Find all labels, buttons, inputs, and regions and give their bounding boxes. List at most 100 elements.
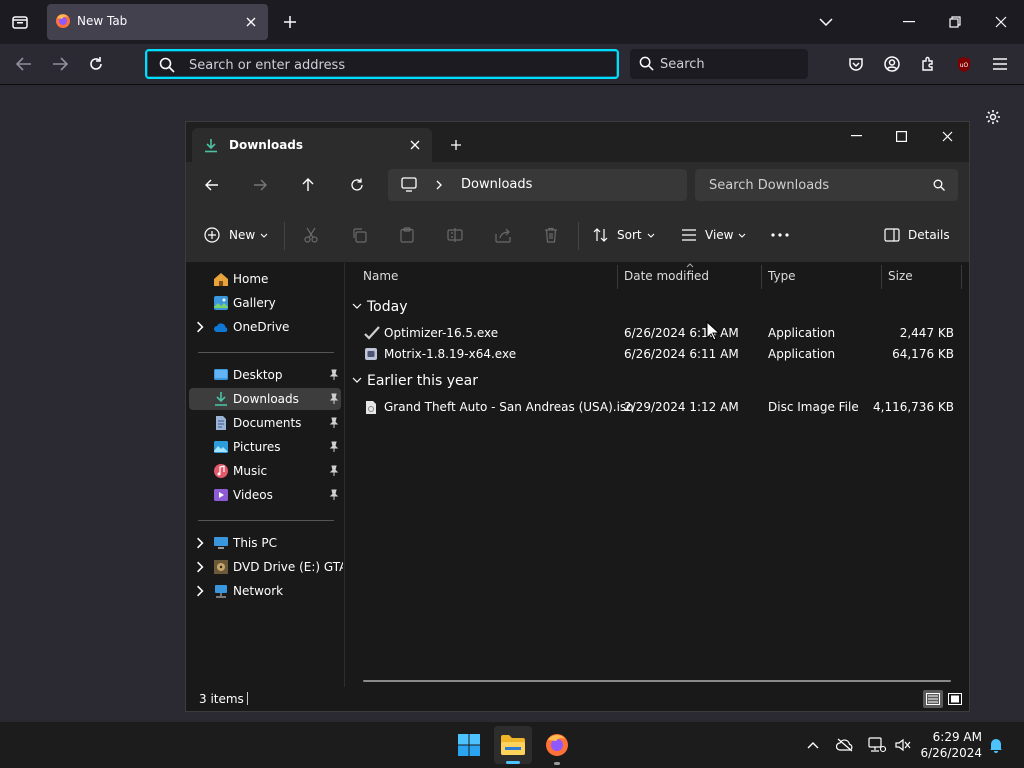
- delete-button[interactable]: [541, 225, 561, 245]
- sidebar-item-downloads[interactable]: Downloads: [189, 388, 341, 410]
- tab-list-button[interactable]: [8, 11, 32, 33]
- clock[interactable]: 6:29 AM 6/26/2024: [918, 730, 982, 762]
- sidebar-item-label: Gallery: [233, 296, 276, 310]
- customize-newtab-button[interactable]: [981, 105, 1005, 129]
- sidebar-item-home[interactable]: Home: [189, 268, 341, 290]
- pin-icon[interactable]: [329, 369, 339, 381]
- show-hidden-icons-button[interactable]: [803, 735, 823, 755]
- search-bar[interactable]: [630, 49, 808, 79]
- restore-button[interactable]: [944, 12, 966, 32]
- sidebar-item-onedrive[interactable]: OneDrive: [189, 316, 341, 338]
- pin-icon[interactable]: [329, 393, 339, 405]
- close-tab-button[interactable]: [242, 13, 260, 31]
- explorer-maximize-button[interactable]: [891, 127, 911, 145]
- file-size: 64,176 KB: [892, 347, 954, 361]
- more-options-button[interactable]: [769, 225, 791, 245]
- chevron-right-icon: [436, 180, 442, 190]
- sort-button[interactable]: Sort: [593, 224, 657, 246]
- network-tray-icon[interactable]: [866, 735, 888, 755]
- extensions-button[interactable]: [916, 52, 940, 76]
- breadcrumb-current[interactable]: Downloads: [461, 177, 532, 192]
- list-all-tabs-button[interactable]: [815, 12, 837, 32]
- group-header-earlier-this-year[interactable]: Earlier this year: [346, 371, 646, 393]
- ublock-button[interactable]: uO: [952, 52, 976, 76]
- new-tab-button[interactable]: [280, 12, 300, 32]
- sidebar-item-gallery[interactable]: Gallery: [189, 292, 341, 314]
- explorer-search-input[interactable]: [709, 176, 909, 194]
- details-view-toggle[interactable]: [923, 690, 943, 708]
- close-icon: [942, 131, 952, 141]
- explorer-minimize-button[interactable]: [846, 127, 866, 145]
- explorer-up-button[interactable]: [297, 175, 319, 195]
- notifications-button[interactable]: [986, 735, 1006, 755]
- sidebar-item-this-pc[interactable]: This PC: [189, 532, 341, 554]
- cut-button[interactable]: [301, 225, 321, 245]
- close-window-button[interactable]: [990, 12, 1012, 32]
- paste-button[interactable]: [397, 225, 417, 245]
- explorer-refresh-button[interactable]: [346, 175, 368, 195]
- chevron-right-icon[interactable]: [195, 321, 205, 333]
- tab-new-tab[interactable]: New Tab: [47, 4, 268, 40]
- sidebar-item-music[interactable]: Music: [189, 460, 341, 482]
- group-header-today[interactable]: Today: [346, 297, 646, 319]
- pin-icon[interactable]: [329, 489, 339, 501]
- sidebar-item-network[interactable]: Network: [189, 580, 341, 602]
- explorer-address-bar[interactable]: Downloads: [388, 169, 687, 201]
- sidebar-item-dvd-drive[interactable]: DVD Drive (E:) GTA_S: [189, 556, 343, 578]
- active-app-indicator: [506, 761, 520, 764]
- chevron-right-icon[interactable]: [195, 561, 205, 573]
- pin-icon[interactable]: [329, 417, 339, 429]
- menu-button[interactable]: [988, 52, 1012, 76]
- view-button[interactable]: View: [681, 224, 747, 246]
- details-pane-button[interactable]: Details: [884, 224, 954, 246]
- rename-button[interactable]: [445, 225, 465, 245]
- close-explorer-tab-button[interactable]: [407, 137, 423, 153]
- minimize-button[interactable]: [898, 12, 920, 32]
- column-divider[interactable]: [761, 265, 762, 289]
- column-divider[interactable]: [881, 265, 882, 289]
- forward-button[interactable]: [48, 52, 72, 76]
- pin-icon[interactable]: [329, 465, 339, 477]
- address-bar[interactable]: [145, 49, 619, 79]
- chevron-right-icon[interactable]: [195, 585, 205, 597]
- sidebar-item-documents[interactable]: Documents: [189, 412, 341, 434]
- address-input[interactable]: [189, 56, 589, 74]
- search-input[interactable]: [660, 55, 800, 73]
- explorer-back-button[interactable]: [201, 175, 223, 195]
- column-header-size[interactable]: Size: [888, 263, 958, 291]
- taskbar-firefox[interactable]: [538, 726, 576, 764]
- column-header-type[interactable]: Type: [768, 263, 878, 291]
- volume-tray-icon[interactable]: [892, 735, 914, 755]
- start-button[interactable]: [452, 728, 486, 762]
- account-button[interactable]: [880, 52, 904, 76]
- column-divider[interactable]: [617, 265, 618, 289]
- explorer-tab-downloads[interactable]: Downloads: [192, 128, 432, 162]
- chevron-right-icon[interactable]: [195, 537, 205, 549]
- sidebar-item-videos[interactable]: Videos: [189, 484, 341, 506]
- back-button[interactable]: [12, 52, 36, 76]
- explorer-search-box[interactable]: [695, 169, 958, 201]
- large-icons-view-toggle[interactable]: [945, 690, 965, 708]
- file-row[interactable]: Grand Theft Auto - San Andreas (USA).iso…: [346, 397, 958, 418]
- sidebar-item-pictures[interactable]: Pictures: [189, 436, 341, 458]
- arrow-left-icon: [16, 57, 31, 71]
- reload-button[interactable]: [84, 52, 108, 76]
- sidebar-item-desktop[interactable]: Desktop: [189, 364, 341, 386]
- file-row[interactable]: Motrix-1.8.19-x64.exe 6/26/2024 6:11 AM …: [346, 344, 958, 365]
- pin-icon[interactable]: [329, 441, 339, 453]
- column-header-name[interactable]: Name: [363, 263, 613, 291]
- explorer-forward-button[interactable]: [249, 175, 271, 195]
- taskbar-file-explorer[interactable]: [494, 726, 532, 764]
- column-divider[interactable]: [961, 265, 962, 289]
- new-button[interactable]: New: [204, 224, 270, 246]
- explorer-new-tab-button[interactable]: [448, 137, 464, 153]
- file-row[interactable]: Optimizer-16.5.exe 6/26/2024 6:18 AM App…: [346, 323, 958, 344]
- onedrive-tray-icon[interactable]: [834, 735, 856, 755]
- share-button[interactable]: [493, 225, 513, 245]
- explorer-close-button[interactable]: [937, 127, 957, 145]
- copy-button[interactable]: [349, 225, 369, 245]
- file-name: Motrix-1.8.19-x64.exe: [384, 347, 517, 361]
- horizontal-scrollbar[interactable]: [363, 680, 951, 682]
- pocket-button[interactable]: [844, 52, 868, 76]
- network-icon: [868, 737, 886, 753]
